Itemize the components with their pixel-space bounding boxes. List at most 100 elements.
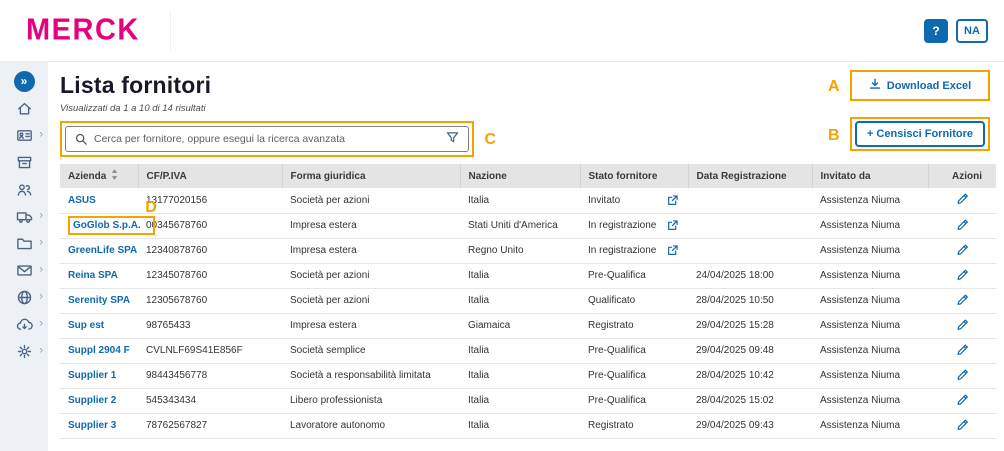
- cell-forma-giuridica: Società per azioni: [282, 263, 460, 289]
- company-link[interactable]: Reina SPA: [68, 270, 118, 281]
- chevron-right-icon: ›: [39, 290, 43, 303]
- table-row[interactable]: Supplier 3 78762567827 Lavoratore autono…: [60, 413, 996, 439]
- edit-pencil-button[interactable]: [956, 293, 969, 306]
- cell-cf-piva: 00345678760: [138, 213, 282, 239]
- filter-button[interactable]: [440, 131, 459, 147]
- company-link[interactable]: Suppl 2904 F: [68, 345, 130, 356]
- company-link[interactable]: GoGlob S.p.A.: [73, 220, 141, 231]
- user-avatar-button[interactable]: NA: [956, 18, 988, 43]
- annotation-label-c: C: [484, 131, 496, 148]
- pencil-icon: [956, 369, 969, 384]
- chevron-right-icon: ›: [39, 209, 43, 222]
- company-annotation-wrap: ASUS: [68, 195, 96, 206]
- help-button[interactable]: ?: [924, 18, 948, 43]
- topbar: MERCK ? NA: [0, 0, 1004, 62]
- id-card-icon: [16, 127, 33, 144]
- company-link[interactable]: Sup est: [68, 320, 104, 331]
- cell-azioni: [928, 413, 996, 439]
- download-excel-button[interactable]: Download Excel: [854, 74, 985, 97]
- table-row[interactable]: Supplier 1 98443456778 Società a respons…: [60, 363, 996, 389]
- edit-pencil-button[interactable]: [956, 192, 969, 205]
- external-link-icon[interactable]: [667, 220, 678, 231]
- cell-cf-piva: 98765433: [138, 313, 282, 339]
- table-row[interactable]: D GoGlob S.p.A. 00345678760 Impresa este…: [60, 199, 996, 239]
- sidebar-item-globe[interactable]: ›: [0, 285, 48, 309]
- globe-icon: [16, 289, 33, 306]
- table-row[interactable]: Serenity SPA 12305678760 Società per azi…: [60, 288, 996, 314]
- sidebar-item-archive[interactable]: [0, 150, 48, 174]
- table-row[interactable]: Sup est 98765433 Impresa estera Giamaica…: [60, 313, 996, 339]
- cell-invitato-da: Assistenza Niuma: [812, 213, 928, 239]
- cell-stato-fornitore: Pre-Qualifica: [580, 338, 688, 364]
- cell-stato-fornitore: Registrato: [580, 413, 688, 439]
- sidebar-item-gear[interactable]: ›: [0, 339, 48, 363]
- censisci-fornitore-button[interactable]: + Censisci Fornitore: [854, 121, 985, 147]
- annotation-label-b: B: [827, 127, 840, 144]
- cell-azienda: ASUS: [60, 188, 138, 214]
- cell-cf-piva: 12340878760: [138, 238, 282, 264]
- header-cf-piva: CF/P.IVA: [138, 164, 283, 188]
- edit-pencil-button[interactable]: [956, 343, 969, 356]
- status-label: In registrazione: [588, 245, 657, 256]
- table-row[interactable]: GreenLife SPA 12340878760 Impresa estera…: [60, 238, 996, 264]
- search-input[interactable]: [94, 133, 433, 145]
- cell-data-registrazione: 29/04/2025 09:48: [688, 338, 812, 364]
- sidebar-item-home[interactable]: [0, 96, 48, 120]
- sidebar-item-id-card[interactable]: ›: [0, 123, 48, 147]
- table-row[interactable]: Supplier 2 545343434 Libero professionis…: [60, 388, 996, 414]
- truck-icon: [16, 208, 33, 225]
- cell-cf-piva: 78762567827: [138, 413, 282, 439]
- edit-pencil-button[interactable]: [956, 243, 969, 256]
- edit-pencil-button[interactable]: [956, 318, 969, 331]
- cell-stato-fornitore: Invitato: [580, 188, 688, 214]
- company-link[interactable]: Serenity SPA: [68, 295, 130, 306]
- company-link[interactable]: Supplier 2: [68, 395, 116, 406]
- pencil-icon: [956, 344, 969, 359]
- cell-forma-giuridica: Impresa estera: [282, 238, 460, 264]
- cell-azienda: Serenity SPA: [60, 288, 138, 314]
- users-icon: [16, 181, 33, 198]
- status-label: Pre-Qualifica: [588, 370, 646, 381]
- cell-invitato-da: Assistenza Niuma: [812, 313, 928, 339]
- table-row[interactable]: ASUS 13177020156 Società per azioni Ital…: [60, 188, 996, 214]
- cell-forma-giuridica: Impresa estera: [282, 313, 460, 339]
- cell-stato-fornitore: Pre-Qualifica: [580, 263, 688, 289]
- pencil-icon: [956, 294, 969, 309]
- company-link[interactable]: Supplier 1: [68, 370, 116, 381]
- sidebar-item-folder[interactable]: ›: [0, 231, 48, 255]
- sidebar-item-cloud-download[interactable]: ›: [0, 312, 48, 336]
- sidebar-item-chevrons-right[interactable]: »: [0, 69, 48, 93]
- edit-pencil-button[interactable]: [956, 368, 969, 381]
- cell-azioni: [928, 363, 996, 389]
- header-stato-fornitore: Stato fornitore: [580, 164, 689, 188]
- header-data-registrazione: Data Registrazione: [688, 164, 813, 188]
- company-annotation-wrap: D GoGlob S.p.A.: [68, 199, 157, 235]
- external-link-icon[interactable]: [667, 245, 678, 256]
- edit-pencil-button[interactable]: [956, 418, 969, 431]
- table-row[interactable]: Reina SPA 12345078760 Società per azioni…: [60, 263, 996, 289]
- cell-azienda: Reina SPA: [60, 263, 138, 289]
- gear-icon: [16, 343, 33, 360]
- edit-pencil-button[interactable]: [956, 268, 969, 281]
- company-link[interactable]: Supplier 3: [68, 420, 116, 431]
- header-azienda[interactable]: Azienda: [60, 164, 139, 188]
- company-link[interactable]: GreenLife SPA: [68, 245, 137, 256]
- sidebar-item-mail[interactable]: ›: [0, 258, 48, 282]
- company-link[interactable]: ASUS: [68, 195, 96, 206]
- cell-nazione: Italia: [460, 388, 580, 414]
- table-header-row: Azienda CF/P.IVA Forma giuridica Nazione…: [60, 164, 996, 188]
- sidebar-item-truck[interactable]: ›: [0, 204, 48, 228]
- sort-icon[interactable]: [111, 169, 118, 183]
- status-label: Pre-Qualifica: [588, 270, 646, 281]
- table-row[interactable]: Suppl 2904 F CVLNLF69S41E856F Società se…: [60, 338, 996, 364]
- cell-azienda: Supplier 2: [60, 388, 138, 414]
- external-link-icon[interactable]: [667, 195, 678, 206]
- sidebar-item-users[interactable]: [0, 177, 48, 201]
- topbar-actions: ? NA: [924, 18, 988, 43]
- cell-azioni: [928, 263, 996, 289]
- page: MERCK ? NA » › › › › › › › Lista fornitori Visu…: [0, 0, 1004, 451]
- cell-invitato-da: Assistenza Niuma: [812, 188, 928, 214]
- edit-pencil-button[interactable]: [956, 218, 969, 231]
- edit-pencil-button[interactable]: [956, 393, 969, 406]
- search-bar: [65, 126, 469, 152]
